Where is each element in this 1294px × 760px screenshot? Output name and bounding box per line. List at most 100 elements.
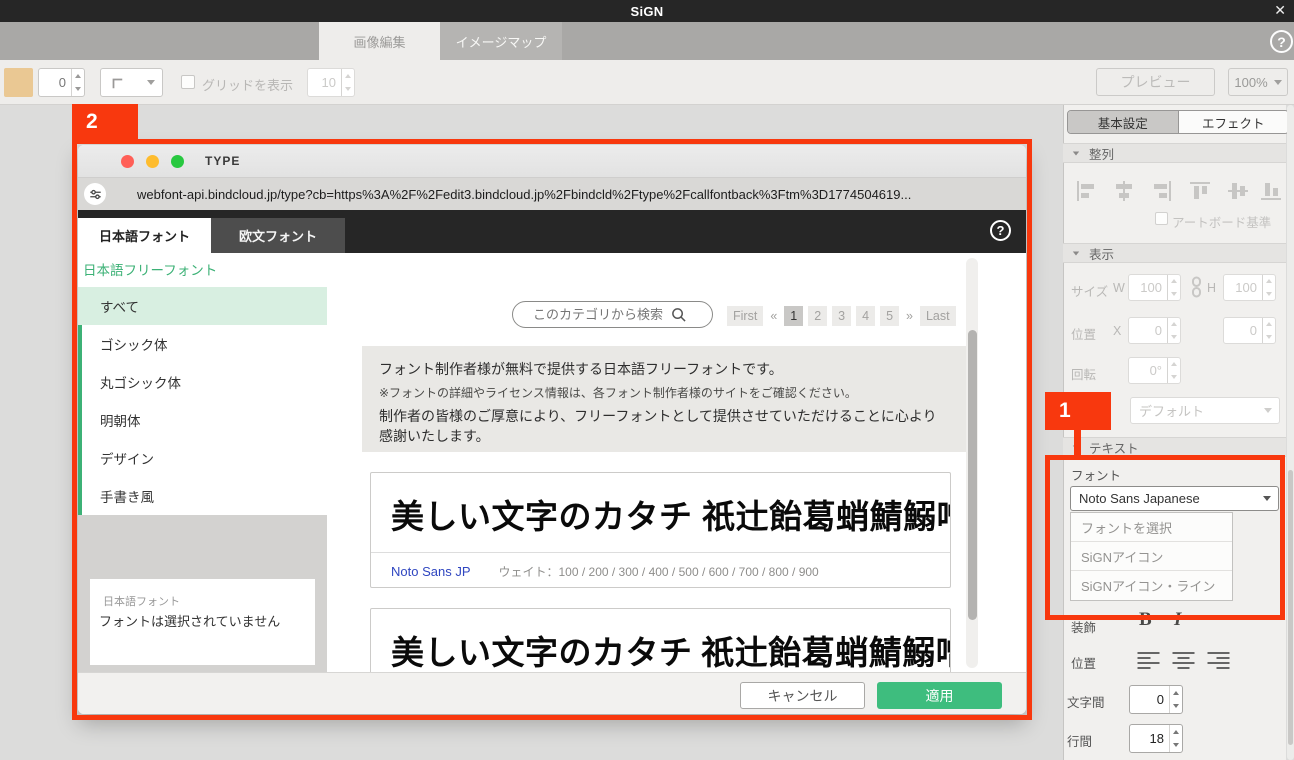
page-5-button[interactable]: 5 (880, 306, 899, 326)
font-card-noto-sans[interactable]: 美しい文字のカタチ 祇辻飴葛蛸鯖鰯噌庖… Noto Sans JP ウェイト：1… (370, 472, 951, 588)
traffic-zoom-icon[interactable] (171, 155, 184, 168)
font-select-dropdown: フォントを選択 SiGNアイコン SiGNアイコン・ライン (1070, 512, 1233, 601)
notice-box: フォント制作者様が無料で提供する日本語フリーフォントです。 ※フォントの詳細やラ… (362, 346, 975, 452)
page-scrollbar[interactable] (1287, 105, 1294, 760)
page-last-button[interactable]: Last (920, 306, 956, 326)
line-height-label: 行間 (1067, 731, 1092, 750)
page-next-button[interactable]: » (904, 306, 915, 326)
font-select[interactable]: Noto Sans Japanese (1070, 486, 1279, 511)
dialog-titlebar[interactable]: TYPE (78, 145, 1026, 178)
page-scrollbar-thumb[interactable] (1288, 470, 1293, 745)
font-card-mincho[interactable]: 美しい文字のカタチ 祇辻飴葛蛸鯖鰯噌… (370, 608, 951, 672)
corner-style-icon (101, 76, 147, 90)
rotate-label: 回転 (1071, 364, 1096, 383)
tab-image-map[interactable]: イメージマップ (440, 22, 562, 60)
font-tabbar: 日本語フォント 欧文フォント ご利用コース フォントごとに表示 28px ? (78, 210, 1026, 253)
font-option-sign-icon[interactable]: SiGNアイコン (1071, 542, 1232, 571)
window-titlebar: SiGN ✕ (0, 0, 1294, 22)
page-tabrow: 画像編集 イメージマップ ? (0, 22, 1294, 60)
font-label: フォント (1071, 465, 1121, 484)
tab-japanese-fonts[interactable]: 日本語フォント (78, 218, 211, 253)
search-icon[interactable] (671, 307, 686, 322)
letter-spacing-label: 文字間 (1067, 692, 1105, 711)
font-list-scrollbar-thumb[interactable] (968, 330, 977, 620)
position-label: 位置 (1071, 324, 1096, 343)
border-width-stepper[interactable]: 0 (38, 68, 85, 97)
notice-line4: 感謝いたします。 (379, 426, 958, 446)
font-card-footer: Noto Sans JP ウェイト：100 / 200 / 300 / 400 … (371, 552, 950, 590)
panel-tabs: 基本設定 エフェクト (1067, 110, 1289, 134)
font-preview-text: 美しい文字のカタチ 祇辻飴葛蛸鯖鰯噌… (371, 609, 950, 672)
link-dimensions-icon[interactable] (1190, 276, 1203, 303)
search-input[interactable] (531, 306, 671, 323)
search-box[interactable] (512, 301, 713, 328)
align-center-horizontal-icon[interactable] (1112, 178, 1136, 204)
tab-latin-fonts[interactable]: 欧文フォント (211, 218, 345, 253)
font-browser-content: 日本語フリーフォント すべて ゴシック体 丸ゴシック体 明朝体 デザイン 手書き… (78, 253, 1026, 672)
page-2-button[interactable]: 2 (808, 306, 827, 326)
tab-image-edit[interactable]: 画像編集 (319, 22, 440, 60)
annotation-stem-1 (1074, 430, 1081, 460)
cancel-button[interactable]: キャンセル (740, 682, 865, 709)
traffic-minimize-icon[interactable] (146, 155, 159, 168)
italic-button[interactable]: I (1174, 609, 1181, 631)
show-grid-checkbox[interactable] (181, 75, 195, 89)
help-icon[interactable]: ? (1270, 30, 1293, 53)
font-name-link[interactable]: Noto Sans JP (391, 564, 471, 579)
preview-button[interactable]: プレビュー (1096, 68, 1215, 96)
align-bottom-icon[interactable] (1259, 178, 1283, 204)
text-align-left-icon[interactable] (1136, 650, 1161, 670)
section-align[interactable]: 整列 (1063, 143, 1286, 163)
tab-effects[interactable]: エフェクト (1179, 111, 1289, 133)
category-round-gothic[interactable]: 丸ゴシック体 (78, 363, 327, 401)
category-design[interactable]: デザイン (78, 439, 327, 477)
app-title: SiGN (631, 4, 664, 19)
section-display[interactable]: 表示 (1063, 243, 1286, 263)
line-height-stepper[interactable]: 18 (1129, 724, 1183, 753)
font-help-icon[interactable]: ? (990, 220, 1011, 241)
chevron-down-icon (1263, 496, 1278, 501)
selected-font-box: 日本語フォント フォントは選択されていません (90, 579, 315, 665)
font-list-scrollbar[interactable] (966, 258, 978, 668)
close-icon[interactable]: ✕ (1274, 2, 1286, 19)
app-window: SiGN ✕ 画像編集 イメージマップ ? 0 グリッドを表示 10 プレビュー… (0, 0, 1294, 760)
notice-line1: フォント制作者様が無料で提供する日本語フリーフォントです。 (379, 359, 958, 379)
font-option-select[interactable]: フォントを選択 (1071, 513, 1232, 542)
notice-line3: 制作者の皆様のご厚意により、フリーフォントとして提供させていただけることに心より (379, 406, 958, 426)
align-left-icon[interactable] (1074, 178, 1098, 204)
section-text[interactable]: テキスト (1063, 437, 1286, 457)
page-4-button[interactable]: 4 (856, 306, 875, 326)
x-label: X (1113, 324, 1121, 338)
traffic-close-icon[interactable] (121, 155, 134, 168)
font-option-sign-icon-line[interactable]: SiGNアイコン・ライン (1071, 571, 1232, 600)
bold-button[interactable]: B (1139, 609, 1152, 631)
type-dialog: TYPE webfont-api.bindcloud.jp/type?cb=ht… (78, 145, 1026, 714)
letter-spacing-stepper[interactable]: 0 (1129, 685, 1183, 714)
rotate-stepper: 0° (1128, 357, 1181, 384)
corner-style-select[interactable] (100, 68, 163, 97)
category-all[interactable]: すべて (78, 287, 327, 325)
text-align-center-icon[interactable] (1171, 650, 1196, 670)
artboard-basis-checkbox[interactable] (1155, 212, 1168, 225)
apply-button[interactable]: 適用 (877, 682, 1002, 709)
zoom-select[interactable]: 100% (1228, 68, 1288, 96)
page-prev-button[interactable]: « (768, 306, 779, 326)
align-top-icon[interactable] (1188, 178, 1212, 204)
category-handwriting[interactable]: 手書き風 (78, 477, 327, 515)
chevron-down-icon (1274, 80, 1282, 85)
color-swatch[interactable] (4, 68, 33, 97)
tab-basic-settings[interactable]: 基本設定 (1068, 111, 1179, 133)
page-1-button[interactable]: 1 (784, 306, 803, 326)
width-label: W (1113, 281, 1125, 295)
page-first-button[interactable]: First (727, 306, 763, 326)
url-text[interactable]: webfont-api.bindcloud.jp/type?cb=https%3… (137, 187, 911, 202)
category-mincho[interactable]: 明朝体 (78, 401, 327, 439)
category-gothic[interactable]: ゴシック体 (78, 325, 327, 363)
annotation-badge-1: 1 (1045, 392, 1111, 430)
site-settings-icon[interactable] (84, 183, 106, 205)
align-center-vertical-icon[interactable] (1226, 178, 1250, 204)
page-3-button[interactable]: 3 (832, 306, 851, 326)
align-right-icon[interactable] (1150, 178, 1174, 204)
text-align-right-icon[interactable] (1206, 650, 1231, 670)
selected-font-value: フォントは選択されていません (99, 611, 280, 630)
